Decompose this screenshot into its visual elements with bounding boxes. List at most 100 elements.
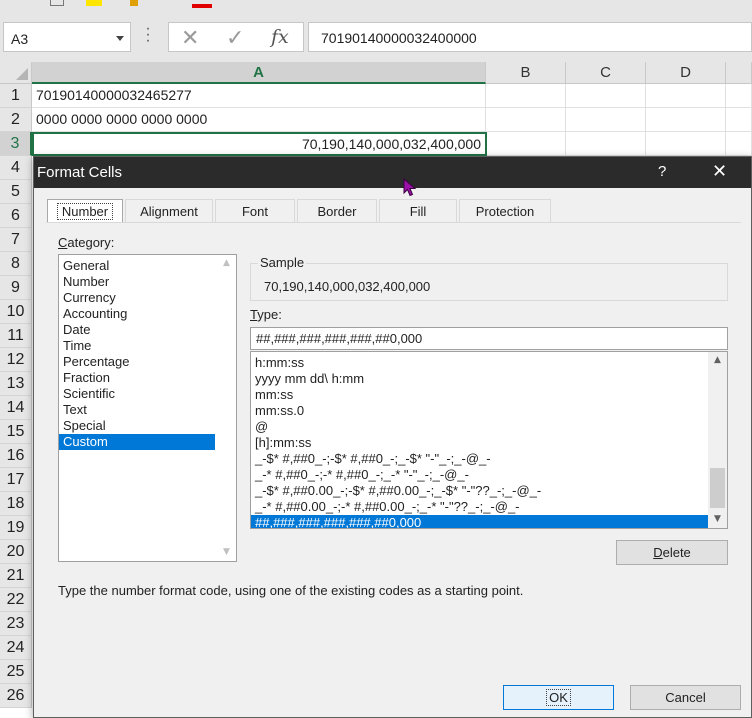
help-icon[interactable]: ? <box>658 163 666 180</box>
cell-e1[interactable] <box>726 84 752 108</box>
cell-d1[interactable] <box>646 84 726 108</box>
category-item[interactable]: Fraction <box>59 370 215 386</box>
format-code-item[interactable]: _-$* #,##0.00_-;-$* #,##0.00_-;_-$* "-"?… <box>251 483 708 499</box>
cell-a3[interactable]: 70,190,140,000,032,400,000 <box>32 132 487 156</box>
chevron-down-icon[interactable] <box>116 36 124 41</box>
type-input[interactable]: ##,###,###,###,###,##0,000 <box>250 327 728 350</box>
font-color-icon[interactable] <box>192 4 212 8</box>
row-header[interactable]: 8 <box>0 252 32 276</box>
column-header-e[interactable] <box>726 62 752 84</box>
format-code-item[interactable]: @ <box>251 419 708 435</box>
category-item[interactable]: Date <box>59 322 215 338</box>
cancel-x-icon[interactable]: ✕ <box>181 26 199 51</box>
cell-c3[interactable] <box>566 132 646 156</box>
format-code-item-selected[interactable]: ##,###,###,###,###,##0,000 <box>251 515 708 528</box>
cell-a1[interactable]: 70190140000032465277 <box>32 84 486 108</box>
category-listbox[interactable]: General Number Currency Accounting Date … <box>58 254 237 562</box>
check-icon[interactable]: ✓ <box>226 26 244 51</box>
category-item[interactable]: Accounting <box>59 306 215 322</box>
row-header[interactable]: 24 <box>0 636 32 660</box>
formula-input[interactable]: 70190140000032400000 <box>308 22 752 52</box>
cell-c1[interactable] <box>566 84 646 108</box>
cell-e2[interactable] <box>726 108 752 132</box>
category-item[interactable]: Currency <box>59 290 215 306</box>
row-header[interactable]: 4 <box>0 156 32 180</box>
scroll-down-icon[interactable]: ▼ <box>708 511 727 528</box>
row-header[interactable]: 10 <box>0 300 32 324</box>
format-code-item[interactable]: mm:ss <box>251 387 708 403</box>
row-header[interactable]: 22 <box>0 588 32 612</box>
cell-b2[interactable] <box>486 108 566 132</box>
category-item[interactable]: Special <box>59 418 215 434</box>
tab-protection[interactable]: Protection <box>459 199 551 223</box>
format-code-item[interactable]: yyyy mm dd\ h:mm <box>251 371 708 387</box>
highlight-icon[interactable] <box>86 0 102 6</box>
dialog-title-bar[interactable]: Format Cells ? ✕ <box>34 157 751 188</box>
category-scrollbar[interactable]: ▲ ▼ <box>217 255 236 561</box>
tab-number[interactable]: Number <box>47 199 123 223</box>
row-header[interactable]: 18 <box>0 492 32 516</box>
format-code-item[interactable]: _-* #,##0_-;-* #,##0_-;_-* "-"_-;_-@_- <box>251 467 708 483</box>
tab-fill[interactable]: Fill <box>379 199 457 223</box>
row-header[interactable]: 25 <box>0 660 32 684</box>
scroll-up-icon[interactable]: ▲ <box>708 352 727 369</box>
tab-font[interactable]: Font <box>215 199 295 223</box>
row-header[interactable]: 7 <box>0 228 32 252</box>
tab-border[interactable]: Border <box>297 199 377 223</box>
format-code-scrollbar[interactable]: ▲ ▼ <box>708 352 727 528</box>
cell-d2[interactable] <box>646 108 726 132</box>
row-header[interactable]: 11 <box>0 324 32 348</box>
category-item[interactable]: Time <box>59 338 215 354</box>
row-header[interactable]: 6 <box>0 204 32 228</box>
row-header[interactable]: 16 <box>0 444 32 468</box>
row-header[interactable]: 21 <box>0 564 32 588</box>
cell-d3[interactable] <box>646 132 726 156</box>
scroll-thumb[interactable] <box>710 468 725 508</box>
scroll-up-icon[interactable]: ▲ <box>217 255 236 272</box>
row-header[interactable]: 14 <box>0 396 32 420</box>
fx-icon[interactable]: fx <box>271 26 289 48</box>
format-code-item[interactable]: mm:ss.0 <box>251 403 708 419</box>
name-box[interactable]: A3 <box>3 22 131 52</box>
row-header[interactable]: 1 <box>0 84 32 108</box>
category-item[interactable]: Number <box>59 274 215 290</box>
format-code-listbox[interactable]: h:mm:ss yyyy mm dd\ h:mm mm:ss mm:ss.0 @… <box>250 351 728 529</box>
format-code-item[interactable]: _-* #,##0.00_-;-* #,##0.00_-;_-* "-"??_-… <box>251 499 708 515</box>
column-header-c[interactable]: C <box>566 62 646 84</box>
row-header[interactable]: 23 <box>0 612 32 636</box>
cell-a2[interactable]: 0000 0000 0000 0000 0000 <box>32 108 486 132</box>
row-header[interactable]: 5 <box>0 180 32 204</box>
column-header-d[interactable]: D <box>646 62 726 84</box>
cell-b3[interactable] <box>487 132 566 156</box>
row-header[interactable]: 9 <box>0 276 32 300</box>
category-item[interactable]: Percentage <box>59 354 215 370</box>
column-header-a[interactable]: A <box>32 62 486 84</box>
row-header[interactable]: 15 <box>0 420 32 444</box>
quick-access-icon[interactable] <box>50 0 64 6</box>
row-header[interactable]: 20 <box>0 540 32 564</box>
row-header[interactable]: 17 <box>0 468 32 492</box>
column-header-b[interactable]: B <box>486 62 566 84</box>
category-item[interactable]: Text <box>59 402 215 418</box>
category-item[interactable]: General <box>59 258 215 274</box>
row-header[interactable]: 12 <box>0 348 32 372</box>
more-dots-icon[interactable]: · · · <box>145 21 151 49</box>
tab-alignment[interactable]: Alignment <box>125 199 213 223</box>
cell-c2[interactable] <box>566 108 646 132</box>
row-header[interactable]: 26 <box>0 684 32 708</box>
cancel-button[interactable]: Cancel <box>630 685 741 710</box>
scroll-down-icon[interactable]: ▼ <box>217 544 236 561</box>
close-icon[interactable]: ✕ <box>712 161 727 182</box>
delete-button[interactable]: Delete <box>616 540 728 565</box>
select-all-corner[interactable] <box>0 62 32 84</box>
ok-button[interactable]: OK <box>503 685 614 710</box>
format-code-item[interactable]: _-$* #,##0_-;-$* #,##0_-;_-$* "-"_-;_-@_… <box>251 451 708 467</box>
cell-e3[interactable] <box>726 132 752 156</box>
format-code-item[interactable]: h:mm:ss <box>251 355 708 371</box>
quick-access-icon[interactable] <box>130 0 138 6</box>
category-item-selected[interactable]: Custom <box>59 434 215 450</box>
row-header[interactable]: 19 <box>0 516 32 540</box>
row-header[interactable]: 3 <box>0 132 32 156</box>
format-code-item[interactable]: [h]:mm:ss <box>251 435 708 451</box>
row-header[interactable]: 2 <box>0 108 32 132</box>
